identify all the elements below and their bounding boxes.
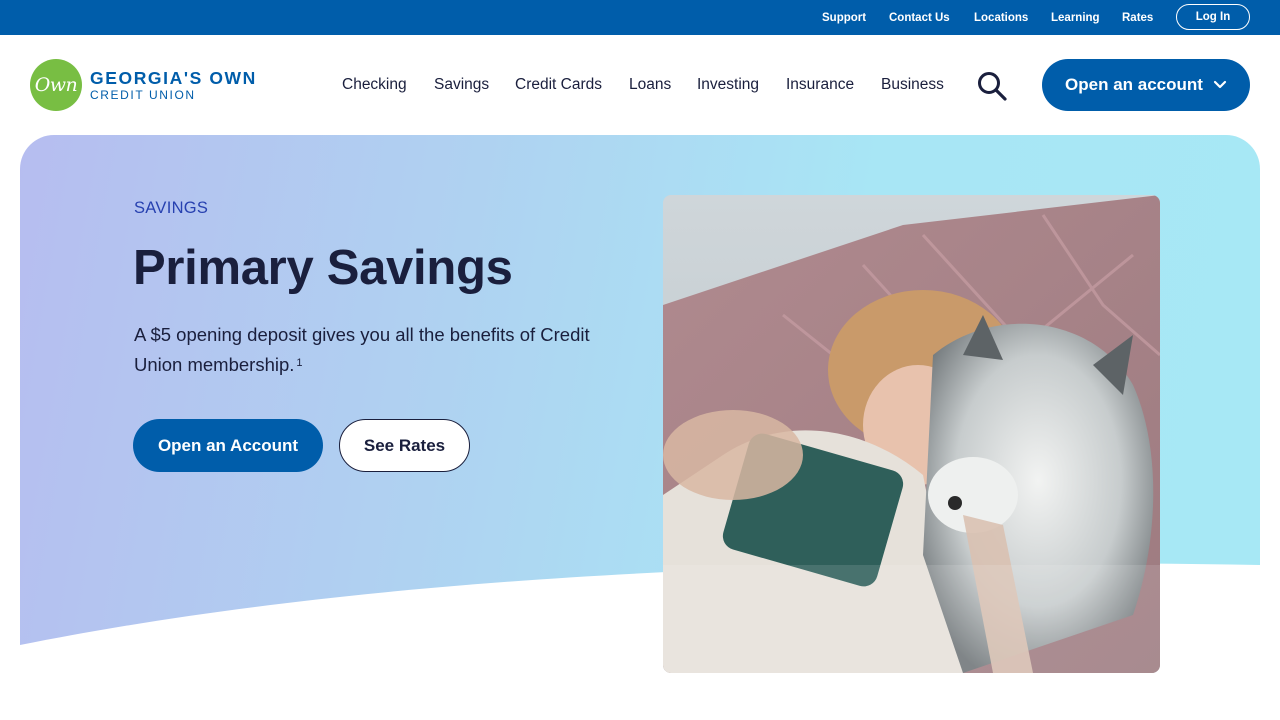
logo-line-2: CREDIT UNION <box>90 87 196 102</box>
chevron-down-icon <box>1213 80 1227 89</box>
woman-dog-selfie-image <box>663 195 1160 673</box>
search-icon[interactable] <box>976 70 1008 102</box>
nav-loans[interactable]: Loans <box>629 76 671 94</box>
see-rates-button[interactable]: See Rates <box>339 419 470 472</box>
contact-us-link[interactable]: Contact Us <box>889 12 950 24</box>
hero-eyebrow: SAVINGS <box>134 199 209 217</box>
hero-intro: A $5 opening deposit gives you all the b… <box>134 320 604 380</box>
footnote-marker[interactable]: 1 <box>296 357 302 369</box>
logo-mark: Own <box>30 59 82 111</box>
logo-line-1: GEORGIA'S OWN <box>90 67 257 88</box>
hero-photo <box>663 195 1160 673</box>
open-account-button[interactable]: Open an Account <box>133 419 323 472</box>
logo-mark-text: Own <box>34 74 78 96</box>
locations-link[interactable]: Locations <box>974 12 1028 24</box>
open-account-dropdown-button[interactable]: Open an account <box>1042 59 1250 111</box>
nav-business[interactable]: Business <box>881 76 944 94</box>
nav-savings[interactable]: Savings <box>434 76 489 94</box>
logo-wordmark: GEORGIA'S OWN CREDIT UNION <box>90 67 257 102</box>
nav-insurance[interactable]: Insurance <box>786 76 854 94</box>
nav-checking[interactable]: Checking <box>342 76 407 94</box>
learning-link[interactable]: Learning <box>1051 12 1100 24</box>
login-button[interactable]: Log In <box>1176 4 1250 30</box>
open-account-label: Open an account <box>1065 75 1203 94</box>
rates-link[interactable]: Rates <box>1122 12 1153 24</box>
site-logo[interactable]: Own GEORGIA'S OWN CREDIT UNION <box>30 58 257 112</box>
nav-investing[interactable]: Investing <box>697 76 759 94</box>
support-link[interactable]: Support <box>822 12 866 24</box>
page-title: Primary Savings <box>133 241 513 295</box>
hero-intro-text: A $5 opening deposit gives you all the b… <box>134 324 590 375</box>
utility-bar: Support Contact Us Locations Learning Ra… <box>0 0 1280 35</box>
nav-credit-cards[interactable]: Credit Cards <box>515 76 602 94</box>
